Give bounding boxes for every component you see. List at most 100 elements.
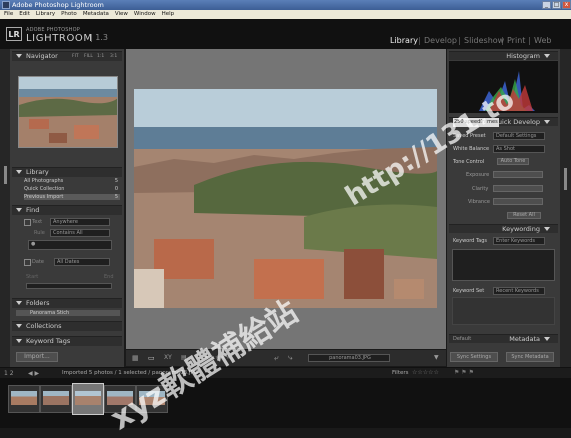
library-item[interactable]: Quick Collection 0 bbox=[24, 186, 120, 192]
module-slideshow[interactable]: Slideshow bbox=[464, 36, 504, 45]
menu-photo[interactable]: Photo bbox=[61, 11, 77, 17]
keyword-tags-label: Keyword Tags bbox=[453, 238, 488, 244]
clarity-label: Clarity bbox=[472, 186, 489, 192]
keyword-set-select[interactable]: Recent Keywords bbox=[493, 287, 545, 295]
menu-help[interactable]: Help bbox=[162, 11, 175, 17]
vibrance-buttons[interactable] bbox=[493, 198, 543, 205]
collapse-icon bbox=[16, 170, 22, 174]
right-edge bbox=[560, 49, 571, 367]
navigator-preview[interactable] bbox=[18, 76, 118, 148]
brand-line2: LIGHTROOM bbox=[26, 33, 93, 44]
import-button[interactable]: Import... bbox=[16, 352, 58, 362]
rotate-right-icon[interactable]: ⤷ bbox=[288, 353, 292, 363]
navigator-header[interactable]: Navigator FIT FILL 1:1 3:1 bbox=[12, 51, 122, 61]
sync-settings-button[interactable]: Sync Settings bbox=[450, 352, 498, 362]
page-numbers[interactable]: 1 2 bbox=[4, 370, 14, 377]
module-develop[interactable]: Develop bbox=[424, 36, 457, 45]
maximize-button[interactable]: □ bbox=[552, 1, 561, 9]
collapse-icon bbox=[544, 337, 550, 341]
module-print[interactable]: Print bbox=[507, 36, 525, 45]
minimize-button[interactable]: _ bbox=[542, 1, 551, 9]
keyword-tags-header[interactable]: Keyword Tags bbox=[12, 336, 122, 346]
reset-all-button[interactable]: Reset All bbox=[507, 212, 541, 219]
menu-library[interactable]: Library bbox=[36, 11, 55, 17]
module-library[interactable]: Library bbox=[390, 36, 418, 45]
date-checkbox[interactable] bbox=[24, 259, 31, 266]
collapse-icon bbox=[16, 54, 22, 58]
filmstrip-bar: 1 2 ◀ ▶ Imported 5 photos / 1 selected /… bbox=[0, 368, 571, 378]
find-text-select[interactable]: Anywhere bbox=[50, 218, 110, 226]
left-edge bbox=[0, 49, 10, 367]
collections-header[interactable]: Collections bbox=[12, 321, 122, 331]
module-web[interactable]: Web bbox=[534, 36, 551, 45]
white-balance-select[interactable]: As Shot bbox=[493, 145, 545, 153]
left-scrollbar[interactable] bbox=[4, 166, 7, 184]
filter-stars[interactable]: ☆☆☆☆☆ bbox=[412, 369, 439, 376]
menu-bar: File Edit Library Photo Metadata View Window He… bbox=[0, 10, 571, 19]
keywording-header[interactable]: Keywording bbox=[449, 224, 558, 233]
menu-metadata[interactable]: Metadata bbox=[83, 11, 109, 17]
date-range-slider[interactable] bbox=[26, 283, 112, 289]
navigator-fit[interactable]: FIT bbox=[72, 52, 79, 61]
back-icon[interactable]: ◀ ▶ bbox=[28, 370, 39, 377]
collapse-icon bbox=[16, 339, 22, 343]
folders-header[interactable]: Folders bbox=[12, 298, 122, 308]
sync-metadata-button[interactable]: Sync Metadata bbox=[506, 352, 554, 362]
menu-edit[interactable]: Edit bbox=[19, 11, 30, 17]
library-header[interactable]: Library bbox=[12, 167, 122, 177]
exposure-buttons[interactable] bbox=[493, 171, 543, 178]
find-date-select[interactable]: All Dates bbox=[54, 258, 110, 266]
menu-file[interactable]: File bbox=[4, 11, 13, 17]
find-search-field[interactable]: ● bbox=[28, 240, 112, 250]
library-item[interactable]: All Photographs 5 bbox=[24, 178, 120, 184]
keyword-tags-area[interactable] bbox=[452, 249, 555, 281]
library-item-selected[interactable]: Previous Import 5 bbox=[24, 194, 120, 200]
vibrance-label: Vibrance bbox=[468, 199, 490, 205]
keyword-set-label: Keyword Set bbox=[453, 288, 485, 294]
find-header[interactable]: Find bbox=[12, 205, 122, 215]
navigator-fill[interactable]: FILL bbox=[84, 52, 93, 61]
metadata-header[interactable]: Default Metadata bbox=[449, 334, 558, 343]
app-icon bbox=[2, 1, 10, 9]
rotate-left-icon[interactable]: ⤶ bbox=[274, 353, 278, 363]
auto-tone-button[interactable]: Auto Tone bbox=[497, 158, 529, 165]
filmstrip-thumb[interactable] bbox=[8, 385, 40, 413]
navigator-preview-image bbox=[19, 77, 117, 147]
filter-flags[interactable]: ⚑ ⚑ ⚑ bbox=[454, 369, 474, 376]
main-photo[interactable] bbox=[134, 89, 437, 308]
version-label: | 1.3 bbox=[90, 33, 108, 42]
metadata-preset[interactable]: Default bbox=[453, 335, 471, 344]
lightroom-logo: LR bbox=[6, 27, 22, 41]
menu-window[interactable]: Window bbox=[134, 11, 156, 17]
loupe-view-icon[interactable]: ▭ bbox=[148, 354, 155, 362]
find-rule-select[interactable]: Contains All bbox=[50, 229, 110, 237]
saved-preset-select[interactable]: Default Settings bbox=[493, 132, 545, 140]
navigator-3to1[interactable]: 3:1 bbox=[110, 52, 117, 61]
keyword-tags-select[interactable]: Enter Keywords bbox=[493, 237, 545, 245]
collapse-icon bbox=[16, 324, 22, 328]
filename-field[interactable]: panorama03.JPG bbox=[308, 354, 390, 362]
text-checkbox[interactable] bbox=[24, 219, 31, 226]
tone-control-label: Tone Control bbox=[453, 159, 485, 165]
clarity-buttons[interactable] bbox=[493, 185, 543, 192]
keyword-set-grid[interactable] bbox=[452, 297, 555, 325]
filmstrip-thumb[interactable] bbox=[40, 385, 72, 413]
exposure-label: Exposure bbox=[466, 172, 490, 178]
histogram-header[interactable]: Histogram bbox=[449, 51, 558, 60]
find-date-label: Date bbox=[32, 259, 44, 265]
right-scrollbar[interactable] bbox=[564, 168, 567, 190]
main-photo-image bbox=[134, 89, 437, 308]
find-rule-label: Rule bbox=[34, 230, 45, 236]
chevron-down-icon[interactable]: ▼ bbox=[434, 354, 439, 361]
menu-view[interactable]: View bbox=[115, 11, 128, 17]
grid-view-icon[interactable]: ▦ bbox=[132, 354, 139, 362]
navigator-1to1[interactable]: 1:1 bbox=[97, 52, 104, 61]
close-button[interactable]: x bbox=[562, 1, 571, 9]
filters-label: Filters bbox=[392, 370, 409, 376]
window-title-bar: Adobe Photoshop Lightroom _ □ x bbox=[0, 0, 571, 10]
find-text-label: Text bbox=[32, 219, 43, 225]
module-header: LR ADOBE PHOTOSHOP LIGHTROOM | 1.3 Libra… bbox=[0, 19, 571, 49]
find-end-label: End bbox=[104, 274, 114, 280]
window-title: Adobe Photoshop Lightroom bbox=[12, 1, 104, 9]
folder-item[interactable]: Panorama Stich bbox=[16, 310, 120, 316]
